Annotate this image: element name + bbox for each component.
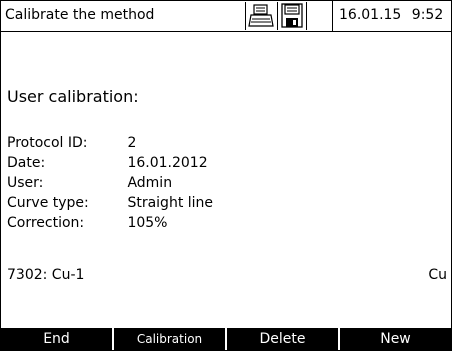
- section-heading: User calibration:: [7, 87, 139, 106]
- field-value: 2: [127, 135, 137, 151]
- field-row: User: Admin: [7, 175, 172, 191]
- field-row: Curve type: Straight line: [7, 195, 213, 211]
- display-screen: Calibrate the method 16.01.15 9:52 User …: [0, 0, 452, 351]
- new-button[interactable]: New: [338, 328, 451, 350]
- delete-button[interactable]: Delete: [225, 328, 338, 350]
- date-time: 16.01.15 9:52: [339, 7, 443, 23]
- end-button[interactable]: End: [1, 328, 112, 350]
- method-unit: Cu: [428, 267, 447, 283]
- time-text: 9:52: [411, 7, 444, 23]
- field-value: 16.01.2012: [127, 155, 208, 171]
- field-row: Date: 16.01.2012: [7, 155, 208, 171]
- field-value: 105%: [127, 215, 168, 231]
- field-label: User:: [7, 175, 44, 191]
- save-icon[interactable]: [277, 2, 307, 30]
- softkey-bar: End Calibration Delete New: [1, 328, 451, 350]
- page-title: Calibrate the method: [5, 7, 155, 23]
- field-row: Correction: 105%: [7, 215, 167, 231]
- field-label: Correction:: [7, 215, 85, 231]
- method-name: 7302: Cu-1: [7, 267, 85, 283]
- field-value: Straight line: [127, 195, 214, 211]
- field-label: Protocol ID:: [7, 135, 88, 151]
- field-label: Date:: [7, 155, 46, 171]
- calibration-button[interactable]: Calibration: [112, 328, 225, 350]
- field-value: Admin: [127, 175, 173, 191]
- date-text: 16.01.15: [339, 7, 402, 23]
- title-bar: Calibrate the method 16.01.15 9:52: [1, 1, 451, 32]
- field-label: Curve type:: [7, 195, 89, 211]
- printer-icon[interactable]: [245, 2, 276, 30]
- header-divider: [332, 1, 333, 31]
- field-row: Protocol ID: 2: [7, 135, 136, 151]
